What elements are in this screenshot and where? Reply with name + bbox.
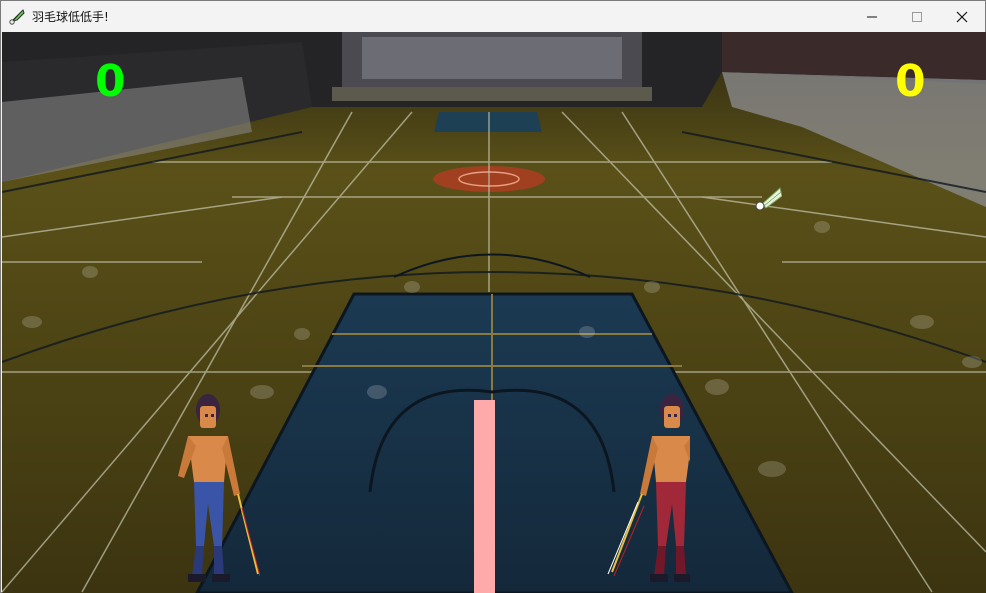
shuttlecock-icon (9, 9, 25, 25)
close-button[interactable] (939, 1, 985, 32)
game-canvas[interactable]: 0 0 (2, 32, 986, 593)
right-player (607, 394, 690, 582)
game-window: 羽毛球低低手! 0 0 (0, 0, 986, 593)
net (474, 400, 495, 593)
title-bar[interactable]: 羽毛球低低手! (1, 1, 985, 32)
left-player (178, 394, 260, 582)
minimize-button[interactable] (849, 1, 895, 32)
left-score: 0 (95, 56, 126, 107)
window-title: 羽毛球低低手! (32, 10, 109, 24)
right-score: 0 (895, 56, 926, 107)
maximize-icon (912, 11, 922, 22)
shuttlecock (755, 187, 782, 211)
minimize-icon (867, 16, 877, 17)
maximize-button[interactable] (894, 1, 940, 32)
close-icon (956, 11, 968, 22)
